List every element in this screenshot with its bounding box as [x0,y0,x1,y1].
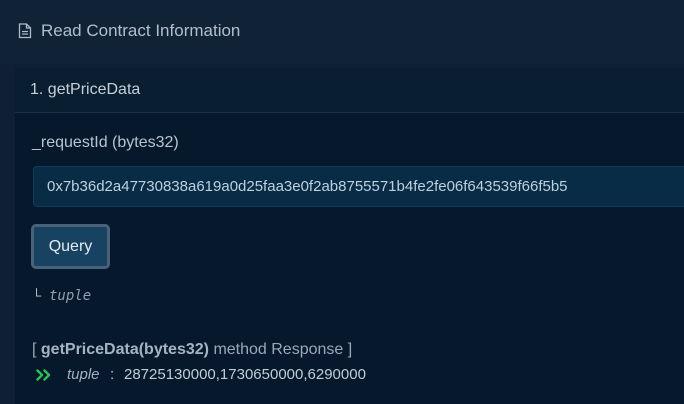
param-label: _requestId (bytes32) [32,134,179,151]
return-type: tuple [49,288,92,304]
method-card: 1. getPriceData _requestId (bytes32) Que… [15,68,684,404]
response-suffix: method Response ] [213,341,353,358]
result-type: tuple [67,366,100,383]
response-open-bracket: [ [32,341,37,358]
section-header: Read Contract Information [0,0,684,64]
result-separator: : [110,366,115,383]
query-button[interactable]: Query [31,224,110,269]
request-id-input[interactable] [33,166,684,207]
document-icon [18,23,32,39]
method-header[interactable]: 1. getPriceData [15,68,684,113]
result-value: 28725130000,1730650000,6290000 [124,366,366,383]
return-arrow-icon: └ [32,288,42,303]
method-title: 1. getPriceData [30,81,141,98]
section-title: Read Contract Information [41,21,241,40]
response-method-signature: getPriceData(bytes32) [40,341,209,358]
response-heading: [ getPriceData(bytes32) method Response … [32,340,352,359]
double-chevron-right-icon [36,369,51,381]
